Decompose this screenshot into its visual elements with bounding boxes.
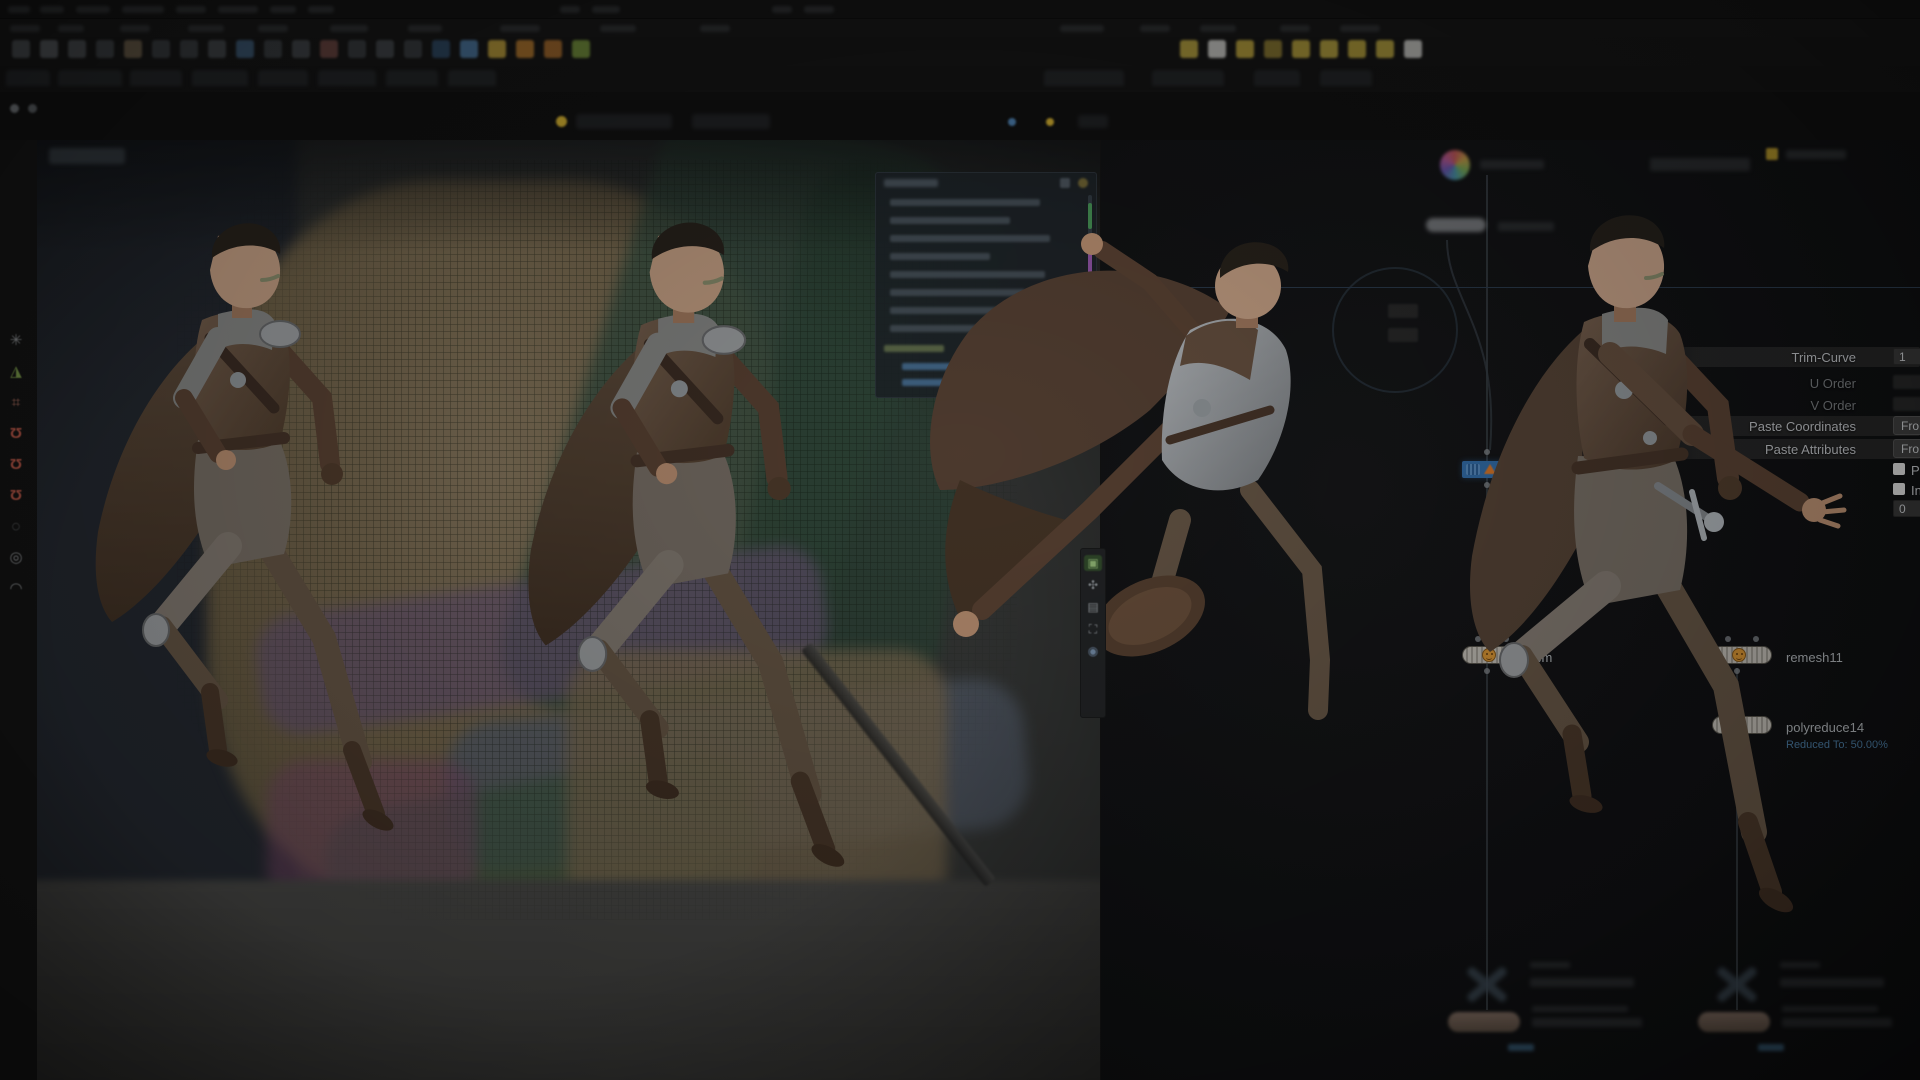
menu-item[interactable]	[40, 6, 64, 13]
shelf-tool-icon[interactable]	[40, 40, 58, 58]
shelf-tool-icon[interactable]	[124, 40, 142, 58]
character-pose-2	[428, 200, 918, 900]
menu-item[interactable]	[308, 6, 334, 13]
menu-item[interactable]	[122, 6, 164, 13]
snapshot-icon[interactable]: ⛶	[1084, 621, 1102, 637]
menu-item[interactable]	[218, 6, 258, 13]
character-runner-svg	[22, 202, 442, 862]
shelf-tool-icon[interactable]	[1208, 40, 1226, 58]
shelf-tool-icon[interactable]	[404, 40, 422, 58]
shelf-tool-icon[interactable]	[516, 40, 534, 58]
shelf-tool-icon[interactable]	[376, 40, 394, 58]
shelf-tab[interactable]	[192, 70, 248, 86]
shelf-tool-icon[interactable]	[320, 40, 338, 58]
shelf-tab[interactable]	[130, 70, 182, 86]
grid-book-icon[interactable]: ▤	[1084, 599, 1102, 615]
fan-icon[interactable]: ✣	[1084, 577, 1102, 593]
shelf-tab[interactable]	[1320, 70, 1372, 86]
shelf-tool-icon[interactable]	[264, 40, 282, 58]
shelf-tool-icon[interactable]	[572, 40, 590, 58]
menu-item[interactable]	[772, 6, 792, 13]
shelf-tools-right	[1180, 40, 1422, 64]
shelf-tool-icon[interactable]	[432, 40, 450, 58]
shelf-tool-icon[interactable]	[348, 40, 366, 58]
shelf-tab[interactable]	[448, 70, 496, 86]
shelf-tabs	[0, 66, 1920, 90]
shelf-tab[interactable]	[318, 70, 376, 86]
shelf-tool-icon[interactable]	[152, 40, 170, 58]
shelf-tool-icon[interactable]	[1376, 40, 1394, 58]
toolbar-icon-blue[interactable]	[1008, 118, 1016, 126]
shelf-tab[interactable]	[6, 70, 50, 86]
shelf-tool-icon[interactable]	[236, 40, 254, 58]
pane-toolbars	[0, 92, 1920, 140]
shelf-tool-icon[interactable]	[1180, 40, 1198, 58]
menu-item[interactable]	[270, 6, 296, 13]
menu-item[interactable]	[76, 6, 110, 13]
houdini-workspace: ✳ ◮ ⌗ Ω Ω Ω ◌ ◎ ◠ ▣ ✣ ▤ ⛶ ◉	[0, 0, 1920, 1080]
toolbar-chip[interactable]	[1078, 115, 1108, 128]
shelf-tool-icon[interactable]	[1320, 40, 1338, 58]
node-tag-blue	[1508, 1044, 1534, 1051]
menu-item[interactable]	[8, 6, 30, 13]
spreadsheet-title	[884, 179, 938, 187]
shelf-tool-icon[interactable]	[208, 40, 226, 58]
shelf-tool-icon[interactable]	[68, 40, 86, 58]
shelf-tab[interactable]	[258, 70, 308, 86]
shelf-tool-icon[interactable]	[180, 40, 198, 58]
shelf-tab[interactable]	[58, 70, 122, 86]
character-pose-1	[22, 202, 442, 862]
character-pose-3	[850, 190, 1370, 750]
viewport-pane-tab[interactable]	[49, 148, 125, 164]
toolbar-row	[0, 19, 1920, 37]
shelf-tool-icon[interactable]	[96, 40, 114, 58]
shelf-tool-icon[interactable]	[1264, 40, 1282, 58]
node-tag-blue	[1758, 1044, 1784, 1051]
character-node-icon[interactable]	[1440, 150, 1470, 180]
viewport-tab[interactable]	[692, 114, 770, 129]
mode-icon[interactable]	[10, 104, 19, 113]
output-node-blurred[interactable]	[1448, 1012, 1520, 1032]
shelf-tool-icon[interactable]	[1404, 40, 1422, 58]
menu-bar	[0, 0, 1920, 19]
shelf-tool-icon[interactable]	[12, 40, 30, 58]
shelf-tab[interactable]	[1044, 70, 1124, 86]
shelf-tool-icon[interactable]	[460, 40, 478, 58]
viewport-tab[interactable]	[576, 114, 672, 129]
shelf-tab[interactable]	[386, 70, 438, 86]
menu-item[interactable]	[592, 6, 620, 13]
menu-item[interactable]	[176, 6, 206, 13]
toolbar-icon-yellow[interactable]	[1046, 118, 1054, 126]
shelf-tool-icon[interactable]	[1292, 40, 1310, 58]
camera-icon[interactable]: ▣	[1084, 555, 1102, 571]
shelf-tools-left	[12, 40, 590, 64]
location-pin-icon[interactable]: ◉	[1084, 643, 1102, 659]
shelf-tab[interactable]	[1152, 70, 1224, 86]
mode-icon[interactable]	[28, 104, 37, 113]
character-pose-4	[1362, 186, 1920, 996]
panel-icon[interactable]	[1078, 178, 1088, 188]
shelf-tool-icon[interactable]	[488, 40, 506, 58]
shelf-tab[interactable]	[1254, 70, 1300, 86]
panel-icon[interactable]	[1060, 178, 1070, 188]
menu-item[interactable]	[804, 6, 834, 13]
menu-item[interactable]	[560, 6, 580, 13]
live-sync-icon[interactable]	[556, 116, 567, 127]
shelf-tool-icon[interactable]	[1348, 40, 1366, 58]
warning-icon	[1766, 148, 1778, 160]
output-node-blurred[interactable]	[1698, 1012, 1770, 1032]
shelf-tool-icon[interactable]	[1236, 40, 1254, 58]
shelf-tool-icon[interactable]	[292, 40, 310, 58]
shelf-tool-icon[interactable]	[544, 40, 562, 58]
character-runner-svg	[428, 200, 918, 900]
viewport-side-toolbar: ▣ ✣ ▤ ⛶ ◉	[1080, 548, 1106, 718]
node-label-blurred	[1480, 160, 1544, 169]
